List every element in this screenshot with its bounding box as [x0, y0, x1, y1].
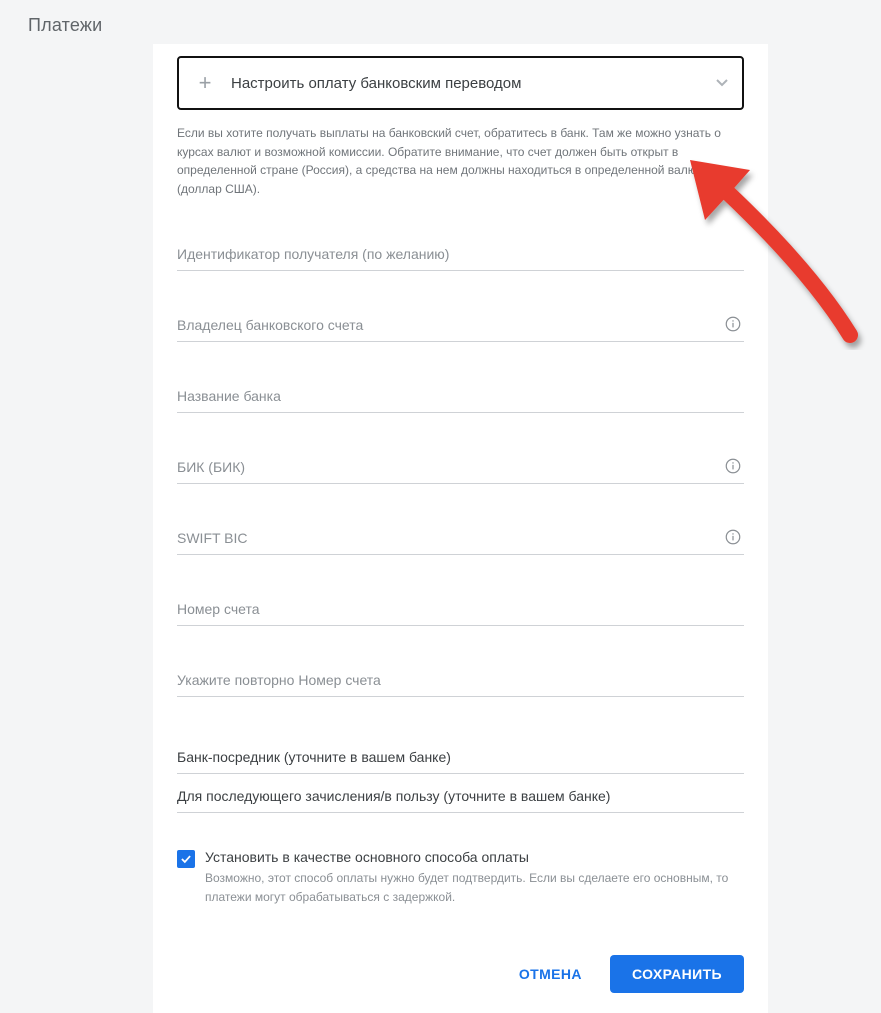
- info-icon[interactable]: [724, 457, 742, 475]
- bik-field[interactable]: БИК (БИК): [177, 459, 744, 484]
- field-label: БИК (БИК): [177, 459, 744, 475]
- plus-icon: +: [193, 70, 217, 96]
- payment-settings-panel: + Настроить оплату банковским переводом …: [153, 44, 768, 1013]
- field-label: Укажите повторно Номер счета: [177, 672, 744, 688]
- cancel-button[interactable]: ОТМЕНА: [507, 956, 594, 992]
- info-icon[interactable]: [724, 315, 742, 333]
- field-label: Владелец банковского счета: [177, 317, 744, 333]
- account-number-repeat-field[interactable]: Укажите повторно Номер счета: [177, 672, 744, 697]
- account-owner-field[interactable]: Владелец банковского счета: [177, 317, 744, 342]
- chevron-down-icon: [716, 76, 728, 90]
- primary-method-checkbox[interactable]: [177, 850, 195, 868]
- beneficiary-id-field[interactable]: Идентификатор получателя (по желанию): [177, 246, 744, 271]
- swift-field[interactable]: SWIFT BIC: [177, 530, 744, 555]
- info-icon[interactable]: [724, 528, 742, 546]
- for-credit-to-field[interactable]: Для последующего зачисления/в пользу (ут…: [177, 780, 744, 813]
- bank-name-field[interactable]: Название банка: [177, 388, 744, 413]
- info-text: Если вы хотите получать выплаты на банко…: [177, 124, 744, 198]
- field-label: Номер счета: [177, 601, 744, 617]
- actions-row: ОТМЕНА СОХРАНИТЬ: [177, 955, 744, 993]
- payment-method-collapser[interactable]: + Настроить оплату банковским переводом: [177, 56, 744, 110]
- field-label: Идентификатор получателя (по желанию): [177, 246, 744, 262]
- checkbox-label: Установить в качестве основного способа …: [205, 849, 744, 865]
- page-title: Платежи: [0, 0, 881, 36]
- account-number-field[interactable]: Номер счета: [177, 601, 744, 626]
- save-button[interactable]: СОХРАНИТЬ: [610, 955, 744, 993]
- field-label: SWIFT BIC: [177, 530, 744, 546]
- intermediary-bank-field[interactable]: Банк-посредник (уточните в вашем банке): [177, 741, 744, 774]
- collapser-label: Настроить оплату банковским переводом: [231, 75, 521, 92]
- checkbox-help: Возможно, этот способ оплаты нужно будет…: [205, 869, 744, 906]
- field-label: Название банка: [177, 388, 744, 404]
